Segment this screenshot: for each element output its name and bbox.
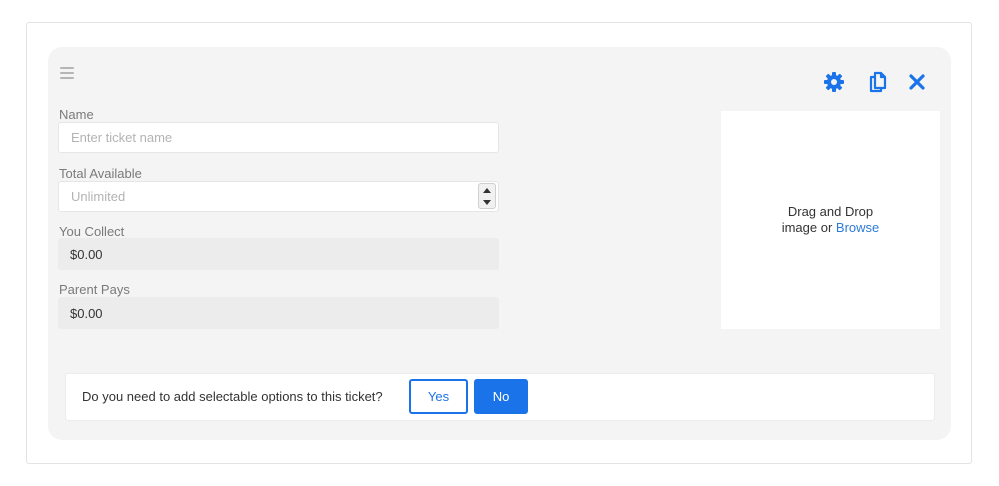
image-dropzone[interactable]: Drag and Drop image or Browse bbox=[721, 111, 940, 329]
browse-link[interactable]: Browse bbox=[836, 220, 879, 235]
total-available-input[interactable] bbox=[58, 181, 499, 212]
parent-pays-value: $0.00 bbox=[58, 297, 499, 329]
gear-icon[interactable] bbox=[822, 70, 846, 94]
stepper-up-icon[interactable] bbox=[483, 187, 491, 193]
yes-button[interactable]: Yes bbox=[409, 379, 468, 414]
parent-pays-label: Parent Pays bbox=[59, 282, 130, 297]
you-collect-value: $0.00 bbox=[58, 238, 499, 270]
ticket-name-input[interactable] bbox=[58, 122, 499, 153]
copy-icon[interactable] bbox=[866, 70, 890, 94]
no-button[interactable]: No bbox=[474, 379, 528, 414]
stepper-down-icon[interactable] bbox=[483, 199, 491, 205]
total-available-label: Total Available bbox=[59, 166, 142, 181]
dropzone-line2: image or Browse bbox=[782, 220, 880, 236]
options-question: Do you need to add selectable options to… bbox=[82, 389, 383, 404]
dropzone-line2-prefix: image or bbox=[781, 220, 836, 235]
you-collect-label: You Collect bbox=[59, 224, 125, 239]
drag-handle-icon[interactable] bbox=[60, 67, 74, 79]
dropzone-line1: Drag and Drop bbox=[787, 204, 874, 219]
name-label: Name bbox=[59, 107, 94, 122]
close-icon[interactable] bbox=[905, 70, 929, 94]
quantity-stepper[interactable] bbox=[478, 183, 496, 209]
